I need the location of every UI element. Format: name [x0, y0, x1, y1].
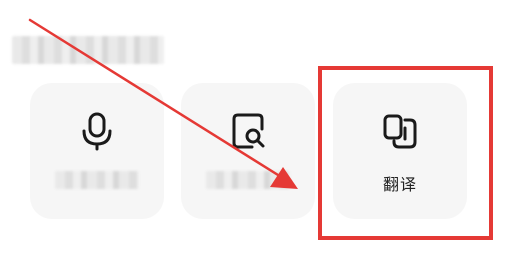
annotation-arrow-icon [28, 18, 298, 189]
